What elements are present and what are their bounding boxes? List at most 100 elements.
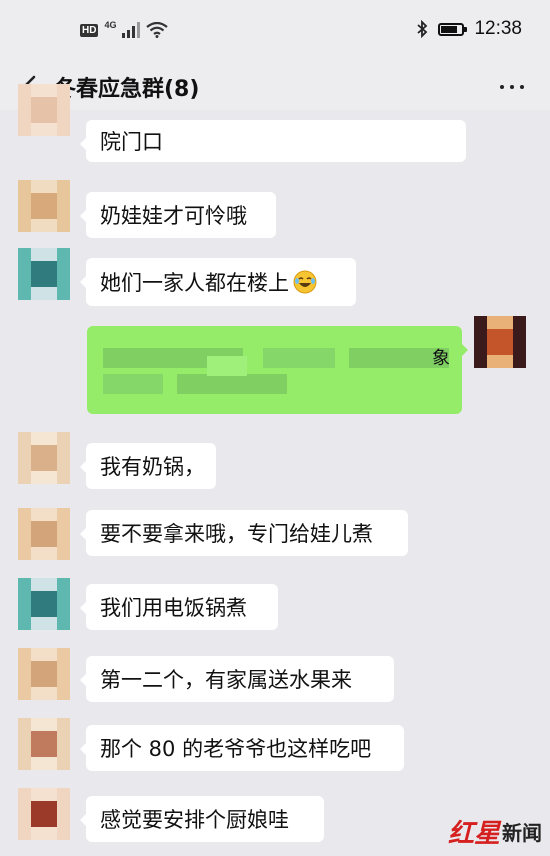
avatar-pixel [513, 316, 526, 329]
avatar-pixel [44, 110, 57, 123]
message-bubble[interactable]: 感觉要安排个厨娘哇 [80, 796, 324, 842]
avatar-pixel [31, 801, 44, 814]
avatar-pixel [31, 521, 44, 534]
avatar-pixel [31, 731, 44, 744]
avatar-pixel [57, 827, 70, 840]
message-bubble[interactable]: 院门口 [80, 120, 466, 162]
avatar-pixel [18, 757, 31, 770]
avatar-pixel [44, 547, 57, 560]
avatar-pixel [18, 274, 31, 287]
avatar-pixel [57, 547, 70, 560]
avatar-pixel [18, 617, 31, 630]
my-message-bubble[interactable]: 象 [87, 326, 468, 414]
avatar-pixel [44, 206, 57, 219]
avatar[interactable] [18, 648, 70, 700]
avatar-pixel [18, 458, 31, 471]
avatar[interactable] [18, 578, 70, 630]
avatar-pixel [57, 219, 70, 232]
avatar-pixel [57, 534, 70, 547]
message-bubble[interactable]: 她们一家人都在楼上 [80, 258, 356, 306]
avatar-pixel [57, 604, 70, 617]
avatar-pixel [31, 110, 44, 123]
avatar-pixel [31, 287, 44, 300]
avatar-pixel [18, 534, 31, 547]
avatar-pixel [57, 261, 70, 274]
bluetooth-icon [417, 20, 428, 38]
avatar-pixel [31, 661, 44, 674]
avatar-pixel [31, 744, 44, 757]
avatar[interactable] [18, 248, 70, 300]
message-bubble[interactable]: 第一二个，有家属送水果来 [80, 656, 394, 702]
avatar-pixel [57, 687, 70, 700]
message-bubble[interactable]: 我有奶锅， [80, 443, 216, 489]
avatar-pixel [44, 604, 57, 617]
more-options-button[interactable] [500, 72, 524, 102]
avatar-pixel [31, 206, 44, 219]
status-bar: HD 4G 12:38 [0, 0, 550, 64]
message-bubble[interactable]: 我们用电饭锅煮 [80, 584, 278, 630]
avatar-pixel [44, 261, 57, 274]
avatar-pixel [500, 316, 513, 329]
avatar-pixel [57, 471, 70, 484]
status-right: 12:38 [416, 18, 522, 40]
avatar-pixel [31, 578, 44, 591]
avatar-pixel [57, 521, 70, 534]
avatar[interactable] [18, 788, 70, 840]
avatar-pixel [57, 757, 70, 770]
avatar-pixel [31, 591, 44, 604]
avatar[interactable] [18, 180, 70, 232]
chat-title: 冬春应急群(8) [54, 77, 200, 102]
avatar-pixel [487, 329, 500, 342]
avatar-pixel [57, 591, 70, 604]
avatar-pixel [57, 274, 70, 287]
avatar[interactable] [18, 508, 70, 560]
avatar-pixel [31, 458, 44, 471]
battery-icon [438, 22, 468, 36]
avatar-pixel [18, 432, 31, 445]
avatar-pixel [474, 316, 487, 329]
avatar-pixel [500, 355, 513, 368]
avatar-pixel [44, 508, 57, 521]
avatar-pixel [44, 718, 57, 731]
message-list[interactable]: 院门口奶娃娃才可怜哦她们一家人都在楼上象我有奶锅， 要不要拿来哦，专门给娃儿煮 我们… [0, 84, 550, 856]
avatar-pixel [57, 193, 70, 206]
avatar-pixel [57, 84, 70, 97]
avatar[interactable] [474, 316, 526, 368]
avatar-pixel [18, 521, 31, 534]
avatar-pixel [18, 97, 31, 110]
avatar-pixel [44, 123, 57, 136]
avatar-pixel [57, 648, 70, 661]
message-bubble[interactable]: 奶娃娃才可怜哦 [80, 192, 276, 238]
avatar-pixel [44, 744, 57, 757]
avatar-pixel [57, 248, 70, 261]
avatar-pixel [18, 731, 31, 744]
avatar-pixel [44, 814, 57, 827]
dot-icon [510, 85, 514, 89]
avatar[interactable] [18, 84, 70, 136]
avatar[interactable] [18, 718, 70, 770]
avatar-pixel [44, 674, 57, 687]
avatar-pixel [44, 687, 57, 700]
message-bubble[interactable]: 要不要拿来哦，专门给娃儿煮 [80, 510, 408, 556]
avatar-pixel [500, 342, 513, 355]
avatar-pixel [18, 788, 31, 801]
message-bubble[interactable]: 那个 80 的老爷爷也这样吃吧 [80, 725, 404, 771]
avatar-pixel [31, 648, 44, 661]
avatar-pixel [44, 521, 57, 534]
avatar-pixel [500, 329, 513, 342]
avatar-pixel [44, 788, 57, 801]
avatar-pixel [487, 355, 500, 368]
avatar[interactable] [18, 432, 70, 484]
avatar-pixel [18, 261, 31, 274]
avatar-pixel [18, 814, 31, 827]
avatar-pixel [31, 274, 44, 287]
signal-icon [122, 22, 141, 38]
avatar-pixel [31, 814, 44, 827]
avatar-pixel [18, 827, 31, 840]
avatar-pixel [44, 219, 57, 232]
avatar-pixel [44, 458, 57, 471]
message-text: 象 [432, 348, 450, 369]
avatar-pixel [44, 648, 57, 661]
message-text: 奶娃娃才可怜哦 [100, 204, 247, 228]
status-indicators: HD 4G [80, 20, 169, 38]
